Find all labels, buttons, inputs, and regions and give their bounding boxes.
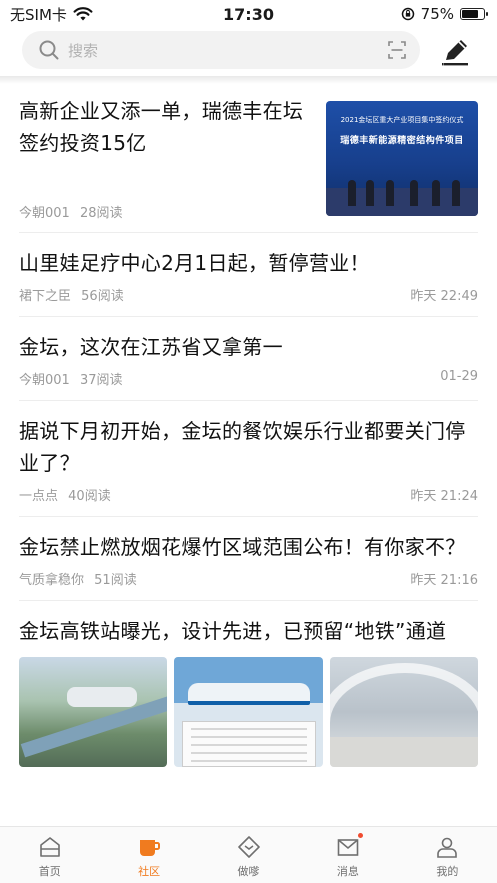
search-input[interactable]: 搜索 <box>68 40 388 61</box>
item-image <box>329 657 478 767</box>
item-source: 气质拿稳你 <box>19 573 85 588</box>
thumbnail-person <box>348 180 356 206</box>
list-item[interactable]: 金坛，这次在江苏省又拿第一 今朝001 37阅读 01-29 <box>19 317 478 401</box>
person-icon <box>437 837 458 858</box>
tab-community[interactable]: 社区 <box>99 827 198 883</box>
tab-zuodia[interactable]: 做嗲 <box>199 827 298 883</box>
list-item[interactable]: 山里娃足疗中心2月1日起，暂停营业！ 裙下之臣 56阅读 昨天 22:49 <box>19 233 478 317</box>
search-icon <box>39 40 59 60</box>
item-title: 高新企业又添一单，瑞德丰在坛签约投资15亿 <box>19 99 304 155</box>
rotation-lock-icon <box>401 7 414 21</box>
list-item[interactable]: 金坛禁止燃放烟花爆竹区域范围公布！有你家不？ 气质拿稳你 51阅读 昨天 21:… <box>19 517 478 601</box>
item-title: 据说下月初开始，金坛的餐饮娱乐行业都要关门停业了？ <box>19 419 466 475</box>
item-meta: 气质拿稳你 51阅读 昨天 21:16 <box>19 563 478 600</box>
tab-messages[interactable]: 消息 <box>298 827 397 883</box>
item-title: 金坛高铁站曝光，设计先进，已预留“地铁”通道 <box>19 619 447 643</box>
status-right: 75% <box>401 5 488 23</box>
mail-icon <box>336 833 363 859</box>
item-source: 一点点 <box>19 489 59 504</box>
item-title: 金坛禁止燃放烟花爆竹区域范围公布！有你家不？ <box>19 535 466 559</box>
tab-label: 做嗲 <box>237 865 260 878</box>
list-item[interactable]: 高新企业又添一单，瑞德丰在坛签约投资15亿 今朝001 28阅读 2021金坛区… <box>19 86 478 233</box>
home-icon <box>39 837 60 857</box>
item-time: 昨天 21:24 <box>410 489 478 504</box>
item-reads: 56阅读 <box>81 289 124 304</box>
battery-icon <box>460 8 488 20</box>
tab-label: 消息 <box>336 865 359 878</box>
item-reads: 37阅读 <box>79 373 123 388</box>
item-time: 昨天 22:49 <box>410 289 478 304</box>
item-reads: 40阅读 <box>68 489 111 504</box>
item-meta: 裙下之臣 56阅读 昨天 22:49 <box>19 279 478 316</box>
thumbnail-person <box>386 180 394 206</box>
battery-percent: 75% <box>420 5 454 23</box>
item-meta: 今朝001 37阅读 01-29 <box>19 363 478 400</box>
tab-me[interactable]: 我的 <box>398 827 497 883</box>
item-image <box>174 657 323 767</box>
battery-level <box>462 10 478 18</box>
wifi-icon <box>73 7 93 21</box>
thumbnail-person <box>432 180 440 206</box>
cup-icon <box>140 840 161 856</box>
thumbnail-person <box>366 180 374 206</box>
item-time: 昨天 21:16 <box>410 573 478 588</box>
item-image <box>19 657 168 767</box>
tab-label: 社区 <box>138 865 161 878</box>
item-meta: 今朝001 28阅读 <box>19 202 123 221</box>
item-title: 山里娃足疗中心2月1日起，暂停营业！ <box>19 251 370 275</box>
item-title: 金坛，这次在江苏省又拿第一 <box>19 335 283 359</box>
diamond-icon <box>237 836 260 858</box>
thumbnail-caption: 瑞德丰新能源精密结构件项目 <box>340 136 464 146</box>
list-item[interactable]: 据说下月初开始，金坛的餐饮娱乐行业都要关门停业了？ 一点点 40阅读 昨天 21… <box>19 401 478 517</box>
tab-bar: 首页 社区 做嗲 消息 我的 <box>0 826 497 883</box>
carrier-label: 无SIM卡 <box>10 5 67 24</box>
item-thumbnail: 2021金坛区重大产业项目集中签约仪式 瑞德丰新能源精密结构件项目 <box>326 101 478 216</box>
list-item[interactable]: 金坛高铁站曝光，设计先进，已预留“地铁”通道 <box>19 601 478 767</box>
item-image-row <box>19 657 478 767</box>
tab-label: 我的 <box>436 865 459 878</box>
item-source: 今朝001 <box>19 373 70 388</box>
item-reads: 51阅读 <box>94 573 137 588</box>
item-reads: 28阅读 <box>79 206 123 221</box>
thumbnail-person <box>452 180 460 206</box>
scan-icon[interactable] <box>388 41 406 59</box>
thumbnail-caption-top: 2021金坛区重大产业项目集中签约仪式 <box>340 116 464 124</box>
tab-home[interactable]: 首页 <box>0 827 99 883</box>
item-meta: 一点点 40阅读 昨天 21:24 <box>19 479 478 516</box>
item-source: 今朝001 <box>19 206 70 221</box>
news-feed[interactable]: 高新企业又添一单，瑞德丰在坛签约投资15亿 今朝001 28阅读 2021金坛区… <box>0 86 497 826</box>
item-time: 01-29 <box>440 369 478 384</box>
search-bar[interactable]: 搜索 <box>22 31 420 69</box>
unread-dot <box>357 833 363 838</box>
status-left: 无SIM卡 <box>10 4 93 25</box>
header-divider <box>0 76 497 84</box>
search-header: 搜索 <box>0 31 497 71</box>
tab-label: 首页 <box>38 865 61 878</box>
pen-icon[interactable] <box>440 36 472 68</box>
item-source: 裙下之臣 <box>19 289 72 304</box>
status-bar: 无SIM卡 17:30 75% <box>0 0 497 28</box>
thumbnail-person <box>410 180 418 206</box>
